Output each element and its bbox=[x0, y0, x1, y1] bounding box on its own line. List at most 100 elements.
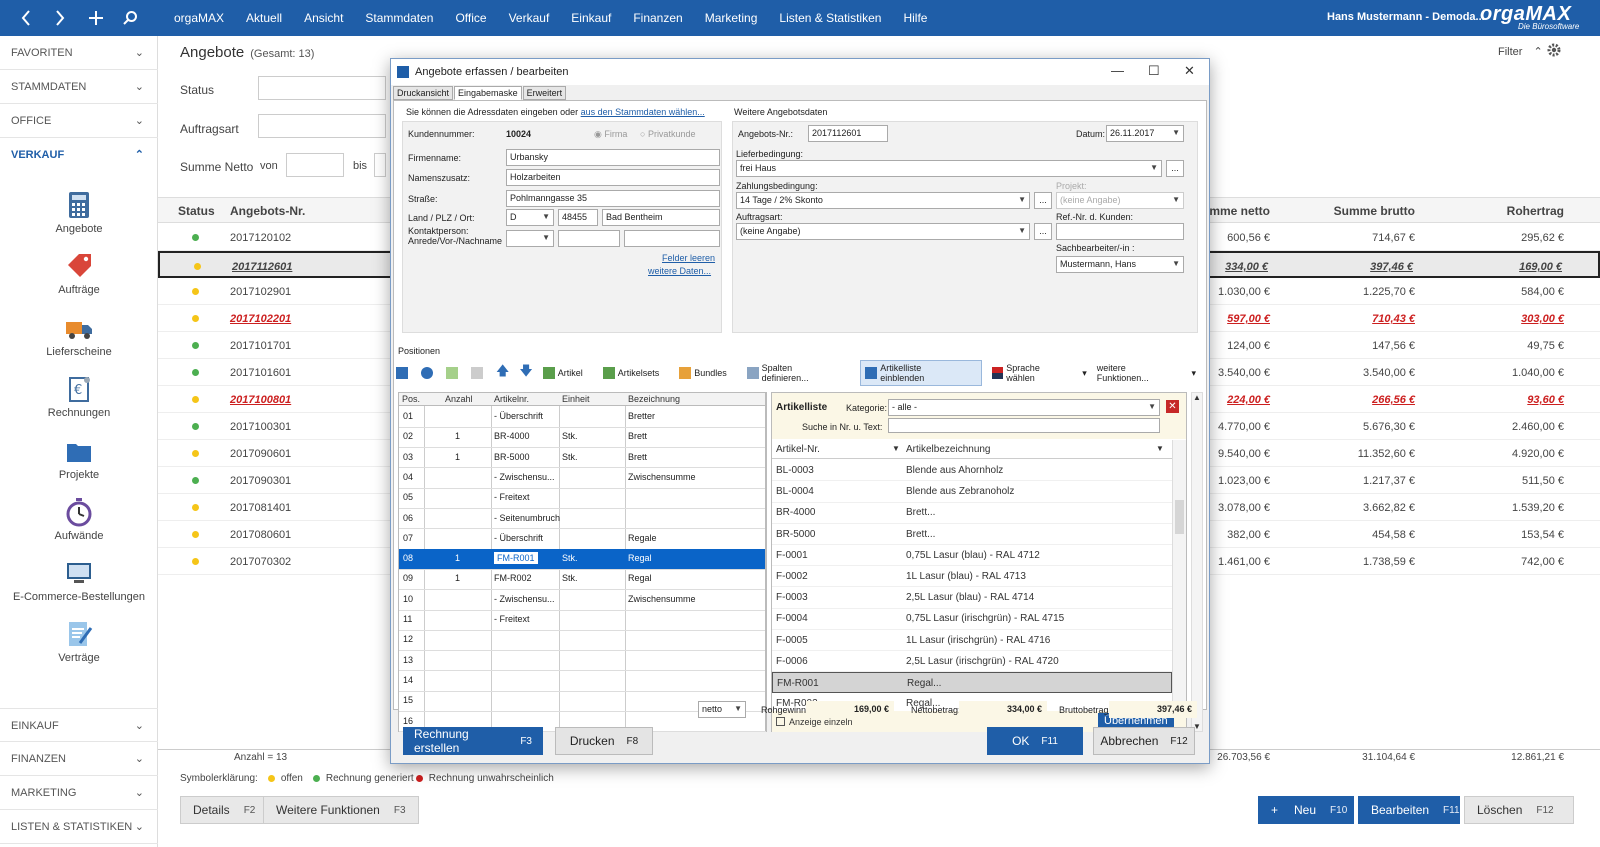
namenszusatz-input[interactable]: Holzarbeiten bbox=[506, 169, 720, 186]
position-row[interactable]: 05 - Freitext bbox=[399, 488, 766, 510]
close-icon[interactable]: ✕ bbox=[1184, 63, 1195, 79]
artikel-list-item[interactable]: BL-0004 Blende aus Zebranoholz bbox=[772, 481, 1172, 503]
menu-item-marketing[interactable]: Marketing bbox=[705, 11, 758, 25]
gear-icon[interactable] bbox=[1546, 42, 1562, 61]
plus-icon[interactable] bbox=[84, 6, 108, 30]
artikelnr-cell[interactable]: - Überschrift bbox=[494, 533, 543, 543]
col-rohertrag[interactable]: Rohertrag bbox=[1507, 204, 1564, 218]
bezeichnung-cell[interactable]: Brett bbox=[628, 452, 647, 462]
position-row[interactable]: 11 - Freitext bbox=[399, 610, 766, 631]
bezeichnung-cell[interactable]: Regal bbox=[628, 553, 652, 563]
position-row[interactable]: 01 - Überschrift Bretter bbox=[399, 407, 766, 428]
artikelnr-cell[interactable]: FM-R002 bbox=[494, 573, 532, 583]
col-angebotsnr[interactable]: Angebots-Nr. bbox=[230, 204, 305, 218]
auftragsart-filter-input[interactable] bbox=[258, 114, 386, 138]
delete-position-icon[interactable] bbox=[421, 367, 436, 379]
stammdaten-link[interactable]: aus den Stammdaten wählen... bbox=[581, 107, 705, 117]
artikelsets-button[interactable]: Artikelsets bbox=[602, 367, 670, 379]
projekt-select[interactable]: (keine Angabe) ▼ bbox=[1056, 192, 1184, 209]
bezeichnung-cell[interactable]: Zwischensumme bbox=[628, 594, 696, 604]
artikelnr-cell[interactable]: BR-5000 bbox=[494, 452, 530, 462]
ort-input[interactable]: Bad Bentheim bbox=[602, 209, 720, 226]
artikel-list-item[interactable]: F-0003 2,5L Lasur (blau) - RAL 4714 bbox=[772, 587, 1172, 609]
col-summe-brutto[interactable]: Summe brutto bbox=[1334, 204, 1415, 218]
move-up-icon[interactable]: 🡅 bbox=[496, 362, 509, 384]
nachname-input[interactable] bbox=[624, 230, 720, 247]
sidebar-item-auftraege[interactable]: Aufträge bbox=[0, 251, 158, 296]
back-arrow-icon[interactable] bbox=[14, 6, 38, 30]
artikelnr-cell[interactable]: BR-4000 bbox=[494, 431, 530, 441]
position-row[interactable]: 12 bbox=[399, 630, 766, 652]
menu-item-orgamax[interactable]: orgaMAX bbox=[174, 11, 224, 25]
artikel-list-item[interactable]: F-0002 1L Lasur (blau) - RAL 4713 bbox=[772, 566, 1172, 588]
artikel-list-item[interactable]: F-0004 0,75L Lasur (irischgrün) - RAL 471… bbox=[772, 608, 1172, 630]
user-name[interactable]: Hans Mustermann - Demoda... bbox=[1327, 11, 1485, 23]
einheit-cell[interactable]: Stk. bbox=[562, 573, 578, 583]
sidebar-item-aufwaende[interactable]: Aufwände bbox=[0, 497, 158, 542]
netto-select[interactable]: netto ▼ bbox=[698, 701, 746, 718]
sidebar-section-finanzen[interactable]: FINANZEN ⌄ bbox=[0, 742, 158, 776]
einheit-cell[interactable]: Stk. bbox=[562, 431, 578, 441]
menu-item-office[interactable]: Office bbox=[455, 11, 486, 25]
artikel-list-item[interactable]: FM-R001 Regal... bbox=[772, 672, 1172, 694]
zahlungsbedingung-select[interactable]: 14 Tage / 2% Skonto ▼ bbox=[736, 192, 1030, 209]
ok-button[interactable]: OK F11 bbox=[987, 727, 1083, 755]
artikel-button[interactable]: Artikel bbox=[542, 367, 593, 379]
radio-privatkunde[interactable]: ○ Privatkunde bbox=[640, 129, 695, 139]
bezeichnung-cell[interactable]: Regal bbox=[628, 573, 652, 583]
bearbeiten-button[interactable]: Bearbeiten F11 bbox=[1358, 796, 1460, 824]
artikel-list-item[interactable]: F-0006 2,5L Lasur (irischgrün) - RAL 4720 bbox=[772, 651, 1172, 673]
summe-von-input[interactable] bbox=[286, 153, 344, 177]
neu-button[interactable]: + Neu F10 bbox=[1258, 796, 1354, 824]
sidebar-section-einkauf[interactable]: EINKAUF ⌄ bbox=[0, 708, 158, 742]
position-row[interactable]: 02 1 BR-4000 Stk. Brett bbox=[399, 427, 766, 449]
chevron-down-icon[interactable]: ▼ bbox=[1156, 444, 1164, 453]
sidebar-item-projekte[interactable]: Projekte bbox=[0, 436, 158, 481]
anzahl-cell[interactable]: 1 bbox=[455, 573, 460, 583]
sidebar-item-vertraege[interactable]: Verträge bbox=[0, 619, 158, 664]
col-status[interactable]: Status bbox=[178, 204, 215, 218]
loeschen-button[interactable]: Löschen F12 bbox=[1464, 796, 1574, 824]
anzahl-cell[interactable]: 1 bbox=[455, 452, 460, 462]
menu-item-einkauf[interactable]: Einkauf bbox=[571, 11, 611, 25]
sachbearbeiter-select[interactable]: Mustermann, Hans ▼ bbox=[1056, 256, 1184, 273]
sidebar-section-listen[interactable]: LISTEN & STATISTIKEN ⌄ bbox=[0, 810, 158, 844]
lieferbedingung-more-button[interactable]: ... bbox=[1166, 160, 1184, 177]
einheit-cell[interactable]: Stk. bbox=[562, 553, 578, 563]
refnr-input[interactable] bbox=[1056, 223, 1184, 240]
auftragsart-select[interactable]: (keine Angabe) ▼ bbox=[736, 223, 1030, 240]
sidebar-section-stammdaten[interactable]: STAMMDATEN ⌄ bbox=[0, 70, 158, 104]
artikelnr-cell[interactable]: - Überschrift bbox=[494, 411, 543, 421]
menu-item-aktuell[interactable]: Aktuell bbox=[246, 11, 282, 25]
artikelnr-cell[interactable]: FM-R001 bbox=[494, 552, 538, 565]
menu-item-hilfe[interactable]: Hilfe bbox=[903, 11, 927, 25]
maximize-icon[interactable]: ☐ bbox=[1148, 63, 1160, 79]
strasse-input[interactable]: Pohlmanngasse 35 bbox=[506, 190, 720, 207]
bezeichnung-cell[interactable]: Brett bbox=[628, 431, 647, 441]
artikel-list-item[interactable]: BL-0003 Blende aus Ahornholz bbox=[772, 460, 1172, 482]
lieferbedingung-select[interactable]: frei Haus ▼ bbox=[736, 160, 1162, 177]
tab-eingabemaske[interactable]: Eingabemaske bbox=[454, 86, 522, 100]
land-select[interactable]: D ▼ bbox=[506, 209, 554, 226]
weitere-funktionen-dropdown[interactable]: weitere Funktionen... ▾ bbox=[1097, 363, 1196, 383]
firmenname-input[interactable]: Urbansky bbox=[506, 149, 720, 166]
vorname-input[interactable] bbox=[558, 230, 620, 247]
artikel-list-item[interactable]: F-0005 1L Lasur (irischgrün) - RAL 4716 bbox=[772, 630, 1172, 651]
search-icon[interactable] bbox=[118, 6, 142, 30]
tab-druckansicht[interactable]: Druckansicht bbox=[393, 86, 454, 100]
minimize-icon[interactable]: — bbox=[1111, 63, 1124, 78]
artikel-list-item[interactable]: BR-4000 Brett... bbox=[772, 502, 1172, 524]
menu-item-stammdaten[interactable]: Stammdaten bbox=[365, 11, 433, 25]
felder-leeren-link[interactable]: Felder leeren bbox=[662, 253, 715, 263]
drucken-button[interactable]: Drucken F8 bbox=[555, 727, 653, 755]
sidebar-item-rechnungen[interactable]: € Rechnungen bbox=[0, 374, 158, 419]
artikelnr-cell[interactable]: - Zwischensu... bbox=[494, 472, 555, 482]
artikel-list-item[interactable]: F-0001 0,75L Lasur (blau) - RAL 4712 bbox=[772, 545, 1172, 567]
position-row[interactable]: 03 1 BR-5000 Stk. Brett bbox=[399, 448, 766, 469]
position-row[interactable]: 07 - Überschrift Regale bbox=[399, 529, 766, 550]
position-row[interactable]: 04 - Zwischensu... Zwischensumme bbox=[399, 468, 766, 489]
abbrechen-button[interactable]: Abbrechen F12 bbox=[1093, 727, 1195, 755]
artikelliste-scrollbar[interactable] bbox=[1172, 440, 1186, 710]
position-row[interactable]: 09 1 FM-R002 Stk. Regal bbox=[399, 569, 766, 591]
sidebar-section-favoriten[interactable]: FAVORITEN ⌄ bbox=[0, 36, 158, 70]
